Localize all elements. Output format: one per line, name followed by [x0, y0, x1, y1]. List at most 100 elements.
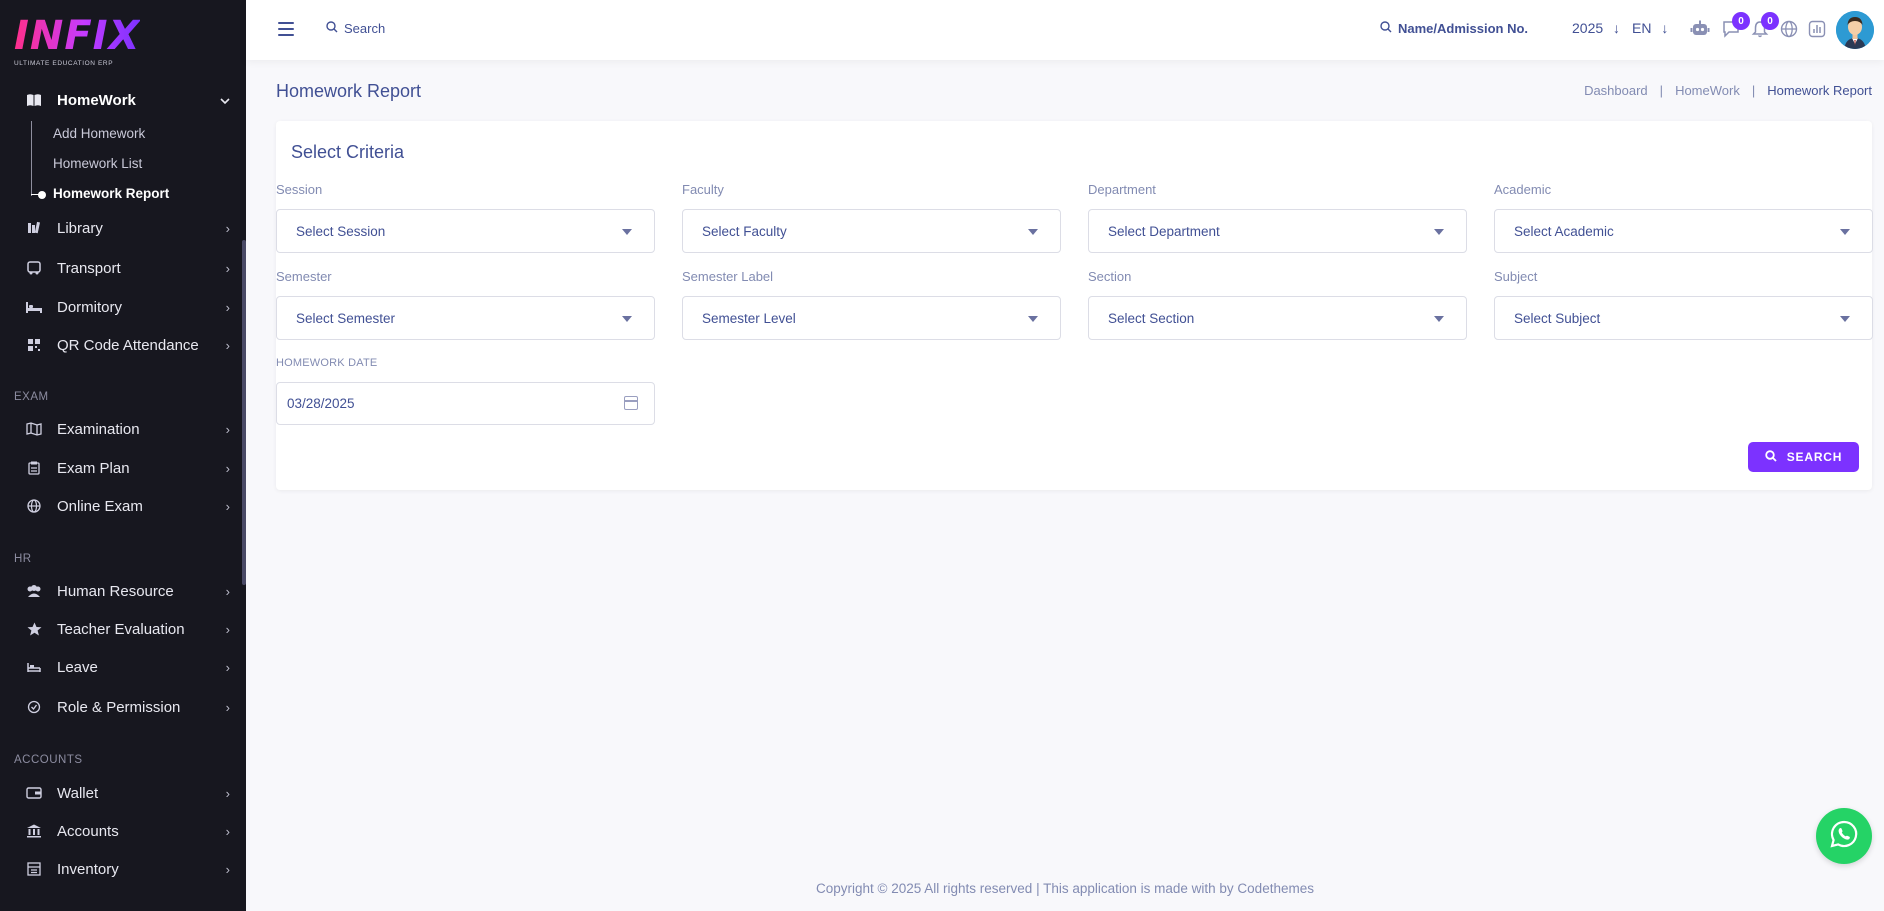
sidebar-item-online-exam[interactable]: Online Exam ›	[24, 494, 230, 518]
search-icon	[1765, 449, 1777, 465]
subject-select[interactable]: Select Subject	[1494, 296, 1873, 340]
sidebar-subitem-homework-report[interactable]: Homework Report	[53, 186, 169, 201]
sidebar-item-examination[interactable]: Examination ›	[24, 417, 230, 441]
year-selector[interactable]: 2025 ↓	[1572, 20, 1620, 36]
sidebar-subitem-add-homework[interactable]: Add Homework	[53, 126, 145, 141]
session-select[interactable]: Select Session	[276, 209, 655, 253]
chevron-right-icon: ›	[225, 699, 230, 715]
menu-toggle-icon[interactable]	[278, 22, 294, 36]
department-select[interactable]: Select Department	[1088, 209, 1467, 253]
wallet-icon	[24, 784, 44, 802]
select-criteria-card: Select Criteria Session Select Session F…	[276, 121, 1873, 490]
chevron-right-icon: ›	[225, 337, 230, 353]
section-title-accounts: ACCOUNTS	[14, 754, 83, 766]
sidebar-item-label: Leave	[57, 658, 98, 676]
semester-label-select[interactable]: Semester Level	[682, 296, 1061, 340]
robot-icon[interactable]	[1689, 18, 1711, 40]
header-search[interactable]: Search	[326, 21, 385, 36]
sidebar-item-exam-plan[interactable]: Exam Plan ›	[24, 456, 230, 480]
breadcrumb-separator: |	[1659, 83, 1664, 98]
homework-date-value: 03/28/2025	[287, 396, 355, 411]
sidebar-item-label: Inventory	[57, 860, 119, 878]
inventory-icon	[24, 860, 44, 878]
sidebar-item-homework[interactable]: HomeWork	[24, 88, 230, 112]
subject-label: Subject	[1494, 269, 1538, 284]
arrow-down-icon: ↓	[1613, 20, 1621, 36]
chevron-right-icon: ›	[225, 299, 230, 315]
chevron-right-icon: ›	[225, 659, 230, 675]
logo-subtitle: ULTIMATE EDUCATION ERP	[14, 60, 114, 67]
logo-text: INFIX	[14, 13, 141, 59]
session-select-value: Select Session	[296, 223, 386, 239]
student-search-placeholder: Name/Admission No.	[1398, 21, 1529, 36]
footer-copyright: Copyright © 2025 All rights reserved | T…	[816, 881, 1314, 896]
bank-icon	[24, 822, 44, 840]
sidebar-item-label: Exam Plan	[57, 459, 130, 477]
homework-date-input[interactable]: 03/28/2025	[276, 382, 655, 425]
sidebar-item-inventory[interactable]: Inventory ›	[24, 857, 230, 881]
sidebar-item-label: Role & Permission	[57, 698, 181, 716]
search-button[interactable]: SEARCH	[1748, 442, 1859, 472]
section-label: Section	[1088, 269, 1132, 284]
sidebar-item-label: Wallet	[57, 784, 99, 802]
language-selector[interactable]: EN ↓	[1632, 20, 1668, 36]
student-search-input[interactable]: Name/Admission No.	[1380, 21, 1528, 36]
sidebar-scrollbar[interactable]	[242, 240, 246, 585]
card-title: Select Criteria	[291, 142, 405, 162]
header-search-label: Search	[344, 21, 386, 36]
sidebar-item-transport[interactable]: Transport ›	[24, 256, 230, 280]
sidebar-subitem-homework-list[interactable]: Homework List	[53, 156, 142, 171]
caret-down-icon	[1028, 229, 1038, 235]
sidebar-item-library[interactable]: Library ›	[24, 216, 230, 240]
sidebar-item-wallet[interactable]: Wallet ›	[24, 781, 230, 805]
website-globe-icon[interactable]	[1778, 18, 1800, 40]
breadcrumb-item-dashboard[interactable]: Dashboard	[1584, 83, 1648, 98]
caret-down-icon	[1028, 316, 1038, 322]
calendar-icon[interactable]	[624, 396, 638, 410]
semester-label: Semester	[276, 269, 332, 284]
submenu-tree-line	[31, 121, 32, 196]
chevron-right-icon: ›	[225, 785, 230, 801]
section-select[interactable]: Select Section	[1088, 296, 1467, 340]
caret-down-icon	[622, 229, 632, 235]
caret-down-icon	[1434, 229, 1444, 235]
breadcrumb-item-current: Homework Report	[1767, 83, 1872, 98]
subject-select-value: Select Subject	[1514, 310, 1601, 326]
chevron-right-icon: ›	[225, 583, 230, 599]
sidebar-item-label: Transport	[57, 259, 121, 277]
sidebar-item-role-permission[interactable]: Role & Permission ›	[24, 695, 230, 719]
sidebar-item-accounts[interactable]: Accounts ›	[24, 819, 230, 843]
whatsapp-icon	[1829, 819, 1859, 854]
shield-icon	[24, 698, 44, 716]
whatsapp-chat-button[interactable]	[1816, 808, 1872, 864]
search-icon	[1380, 21, 1392, 36]
sidebar-item-human-resource[interactable]: Human Resource ›	[24, 579, 230, 603]
user-avatar[interactable]	[1836, 11, 1874, 49]
chevron-right-icon: ›	[225, 460, 230, 476]
sidebar-item-label: Teacher Evaluation	[57, 620, 185, 638]
chevron-right-icon: ›	[225, 498, 230, 514]
chevron-right-icon: ›	[225, 220, 230, 236]
bell-icon[interactable]: 0	[1749, 12, 1779, 40]
report-chart-icon[interactable]	[1806, 18, 1828, 40]
page-title: Homework Report	[276, 81, 422, 101]
semester-select-value: Select Semester	[296, 310, 396, 326]
caret-down-icon	[1434, 316, 1444, 322]
academic-select[interactable]: Select Academic	[1494, 209, 1873, 253]
app-logo[interactable]: INFIX ULTIMATE EDUCATION ERP	[14, 16, 140, 67]
sidebar-item-dormitory[interactable]: Dormitory ›	[24, 295, 230, 319]
chevron-down-icon	[220, 93, 230, 108]
sidebar-item-qr-code-attendance[interactable]: QR Code Attendance ›	[24, 333, 230, 357]
section-title-hr: HR	[14, 553, 32, 565]
sidebar-item-label: Library	[57, 219, 103, 237]
faculty-select[interactable]: Select Faculty	[682, 209, 1061, 253]
chevron-right-icon: ›	[225, 861, 230, 877]
sidebar-item-teacher-evaluation[interactable]: Teacher Evaluation ›	[24, 617, 230, 641]
sidebar-item-leave[interactable]: Leave ›	[24, 655, 230, 679]
language-value: EN	[1632, 20, 1652, 36]
breadcrumb-item-homework[interactable]: HomeWork	[1675, 83, 1740, 98]
caret-down-icon	[1840, 316, 1850, 322]
semester-select[interactable]: Select Semester	[276, 296, 655, 340]
chat-icon[interactable]: 0	[1720, 12, 1750, 40]
section-title-exam: EXAM	[14, 391, 49, 403]
